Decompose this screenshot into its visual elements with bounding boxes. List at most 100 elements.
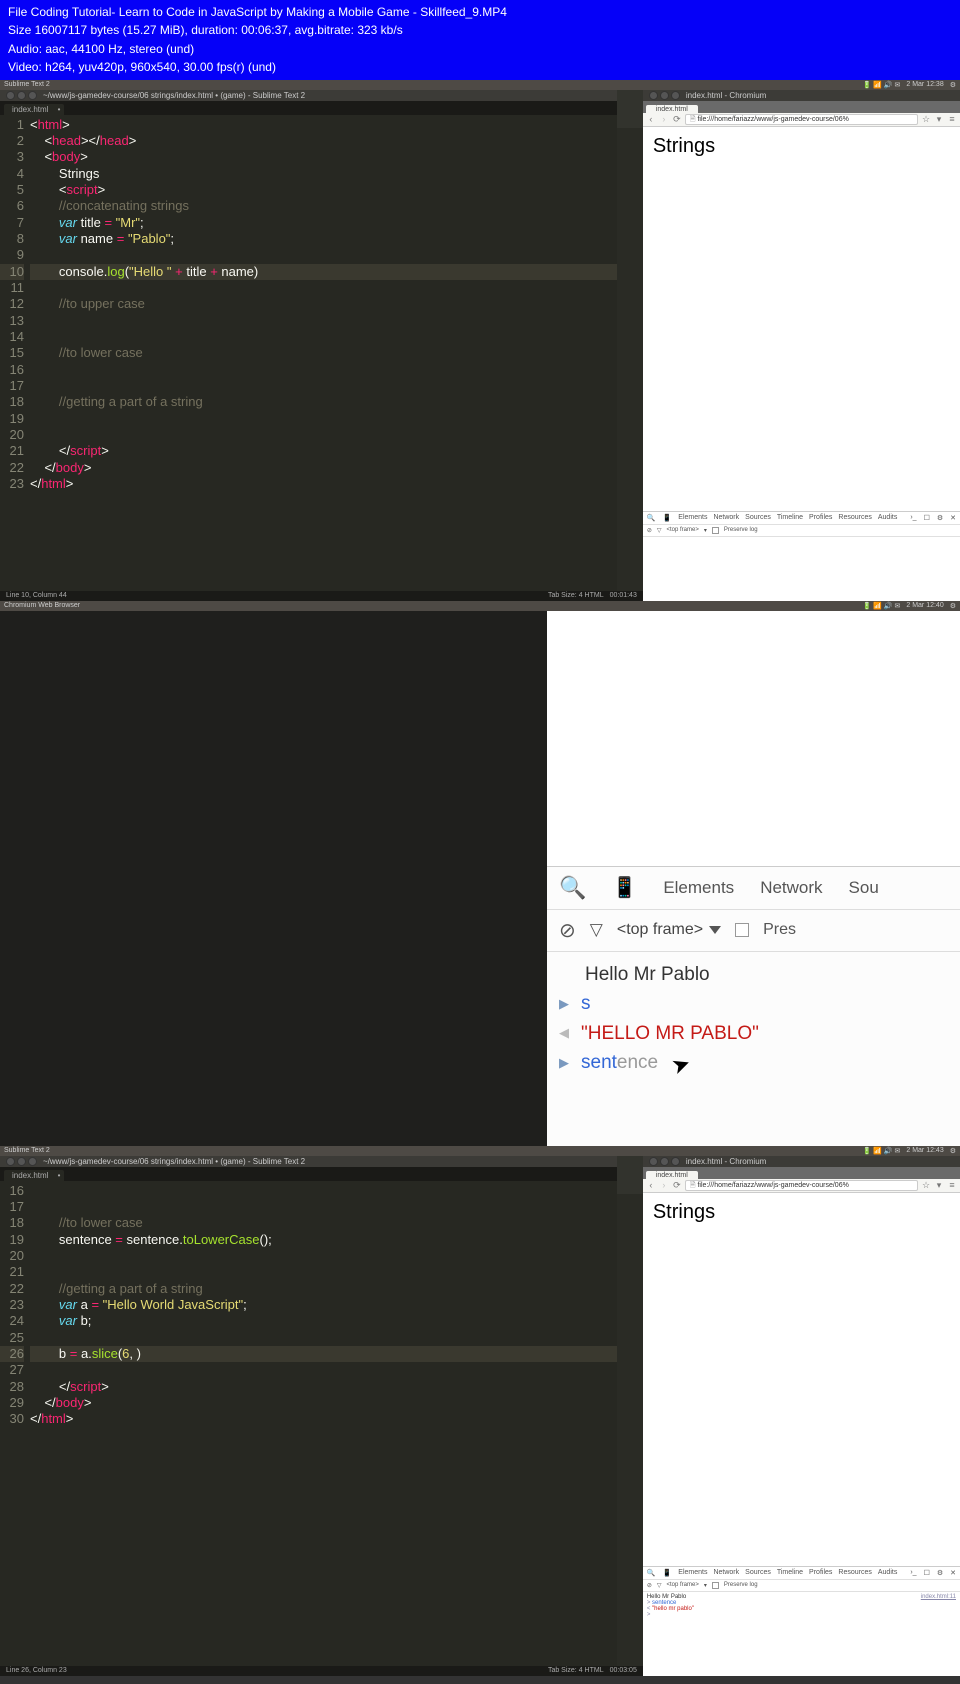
editor-tabs[interactable]: index.html • xyxy=(0,1167,643,1181)
maximize-icon[interactable] xyxy=(28,91,37,100)
filter-icon[interactable]: ▽ xyxy=(657,1582,662,1589)
tab-index-html[interactable]: index.html • xyxy=(4,104,64,115)
settings-icon[interactable]: ⚙ xyxy=(950,81,956,89)
minimize-icon[interactable] xyxy=(660,1157,669,1166)
clear-icon[interactable]: ⊘ xyxy=(647,1582,652,1589)
devtools-panel[interactable]: 🔍 📱 Elements Network Sources Timeline Profil… xyxy=(643,511,960,601)
preserve-log-checkbox[interactable] xyxy=(735,923,749,937)
console-icon[interactable]: ›_ xyxy=(910,514,916,521)
editor-tabs[interactable]: index.html • xyxy=(0,101,643,115)
url-input[interactable]: 🗎file:///home/fariazz/www/js-gamedev-cou… xyxy=(685,1180,918,1191)
devtools-tab[interactable]: Sources xyxy=(745,514,771,521)
back-button[interactable]: ‹ xyxy=(646,1180,656,1190)
close-icon[interactable]: ✕ xyxy=(950,1569,956,1577)
devtools-tab[interactable]: Profiles xyxy=(809,514,832,521)
devtools-tab[interactable]: Elements xyxy=(663,878,734,898)
devtools-panel[interactable]: 🔍 📱 ElementsNetworkSourcesTimelineProfil… xyxy=(643,1566,960,1676)
syntax-info[interactable]: Tab Size: 4 HTML xyxy=(548,1667,604,1675)
dock-icon[interactable]: ☐ xyxy=(924,1569,930,1577)
pocket-icon[interactable]: ▾ xyxy=(934,114,944,124)
device-icon[interactable]: 📱 xyxy=(663,1569,672,1577)
chrome-titlebar[interactable]: index.html - Chromium xyxy=(643,1156,960,1167)
settings-icon[interactable]: ⚙ xyxy=(950,602,956,610)
devtools-tab[interactable]: Sou xyxy=(849,878,879,898)
preserve-log-checkbox[interactable] xyxy=(712,527,719,534)
browser-tab[interactable]: index.html xyxy=(646,105,698,113)
star-icon[interactable]: ☆ xyxy=(921,1180,931,1190)
minimize-icon[interactable] xyxy=(17,1157,26,1166)
settings-icon[interactable]: ⚙ xyxy=(937,514,943,522)
star-icon[interactable]: ☆ xyxy=(921,114,931,124)
devtools-tab[interactable]: Profiles xyxy=(809,1569,832,1576)
search-icon[interactable]: 🔍 xyxy=(559,875,586,901)
devtools-tab[interactable]: Resources xyxy=(838,514,871,521)
clear-icon[interactable]: ⊘ xyxy=(559,918,576,943)
clock[interactable]: 2 Mar 12:40 xyxy=(906,602,943,609)
minimap[interactable] xyxy=(617,1156,643,1666)
menu-icon[interactable]: ≡ xyxy=(947,1180,957,1190)
devtools-tab[interactable]: Network xyxy=(760,878,822,898)
code-editor-area[interactable]: 1234567891011121314151617181920212223 <h… xyxy=(0,115,643,493)
sublime-titlebar[interactable]: ~/www/js-gamedev-course/06 strings/index… xyxy=(0,1156,643,1167)
minimap[interactable] xyxy=(617,90,643,591)
settings-icon[interactable]: ⚙ xyxy=(937,1569,943,1577)
search-icon[interactable]: 🔍 xyxy=(647,514,656,522)
url-input[interactable]: 🗎file:///home/fariazz/www/js-gamedev-cou… xyxy=(685,114,918,125)
devtools-tab[interactable]: Timeline xyxy=(777,1569,803,1576)
devtools-tab[interactable]: Sources xyxy=(745,1569,771,1576)
console-icon[interactable]: ›_ xyxy=(910,1569,916,1576)
console-output[interactable]: Hello Mr Pabloindex.html:11> sentence< "… xyxy=(643,1592,960,1620)
syntax-info[interactable]: Tab Size: 4 HTML xyxy=(548,592,604,600)
reload-button[interactable]: ⟳ xyxy=(672,114,682,124)
forward-button[interactable]: › xyxy=(659,1180,669,1190)
chrome-tabs[interactable]: index.html xyxy=(643,101,960,113)
close-icon[interactable] xyxy=(649,1157,658,1166)
maximize-icon[interactable] xyxy=(671,1157,680,1166)
devtools-tab[interactable]: Timeline xyxy=(777,514,803,521)
devtools-tab[interactable]: Audits xyxy=(878,1569,897,1576)
tray-icons[interactable]: 🔋 📶 🔊 ✉ xyxy=(863,1147,901,1155)
chevron-down-icon[interactable] xyxy=(709,926,721,934)
close-icon[interactable] xyxy=(649,91,658,100)
minimize-icon[interactable] xyxy=(660,91,669,100)
back-button[interactable]: ‹ xyxy=(646,114,656,124)
chevron-down-icon[interactable]: ▾ xyxy=(704,1582,707,1589)
clear-icon[interactable]: ⊘ xyxy=(647,527,652,534)
tray-icons[interactable]: 🔋 📶 🔊 ✉ xyxy=(863,602,901,610)
close-icon[interactable]: ✕ xyxy=(950,514,956,522)
clock[interactable]: 2 Mar 12:38 xyxy=(906,81,943,88)
devtools-tab[interactable]: Audits xyxy=(878,514,897,521)
devtools-zoomed[interactable]: 🔍 📱 Elements Network Sou ⊘ ▽ <top frame>… xyxy=(547,866,960,1146)
clock[interactable]: 2 Mar 12:43 xyxy=(906,1147,943,1154)
devtools-tab[interactable]: Network xyxy=(713,1569,739,1576)
tray-icons[interactable]: 🔋 📶 🔊 ✉ xyxy=(863,81,901,89)
chevron-down-icon[interactable]: ▾ xyxy=(704,527,707,534)
maximize-icon[interactable] xyxy=(28,1157,37,1166)
settings-icon[interactable]: ⚙ xyxy=(950,1147,956,1155)
sublime-titlebar[interactable]: ~/www/js-gamedev-course/06 strings/index… xyxy=(0,90,643,101)
search-icon[interactable]: 🔍 xyxy=(647,1569,656,1577)
forward-button[interactable]: › xyxy=(659,114,669,124)
console-output[interactable]: Hello Mr Pablo ▶s ◀"HELLO MR PABLO" ▶sen… xyxy=(547,952,960,1146)
frame-selector[interactable]: <top frame> xyxy=(667,527,699,533)
menu-icon[interactable]: ≡ xyxy=(947,114,957,124)
pocket-icon[interactable]: ▾ xyxy=(934,1180,944,1190)
filter-icon[interactable]: ▽ xyxy=(657,527,662,534)
preserve-log-checkbox[interactable] xyxy=(712,1582,719,1589)
devtools-tab[interactable]: Elements xyxy=(678,514,707,521)
frame-selector[interactable]: <top frame> xyxy=(667,1582,699,1588)
tab-index-html[interactable]: index.html • xyxy=(4,1170,64,1181)
devtools-tab[interactable]: Resources xyxy=(838,1569,871,1576)
device-icon[interactable]: 📱 xyxy=(663,514,672,522)
chrome-tabs[interactable]: index.html xyxy=(643,1167,960,1179)
device-icon[interactable]: 📱 xyxy=(612,875,637,900)
browser-tab[interactable]: index.html xyxy=(646,1171,698,1179)
maximize-icon[interactable] xyxy=(671,91,680,100)
frame-selector[interactable]: <top frame> xyxy=(617,921,703,939)
minimize-icon[interactable] xyxy=(17,91,26,100)
close-icon[interactable] xyxy=(6,1157,15,1166)
devtools-tab[interactable]: Network xyxy=(713,514,739,521)
chrome-titlebar[interactable]: index.html - Chromium xyxy=(643,90,960,101)
filter-icon[interactable]: ▽ xyxy=(590,920,603,940)
code-editor-area[interactable]: 161718192021222324252627282930 //to lowe… xyxy=(0,1181,643,1428)
